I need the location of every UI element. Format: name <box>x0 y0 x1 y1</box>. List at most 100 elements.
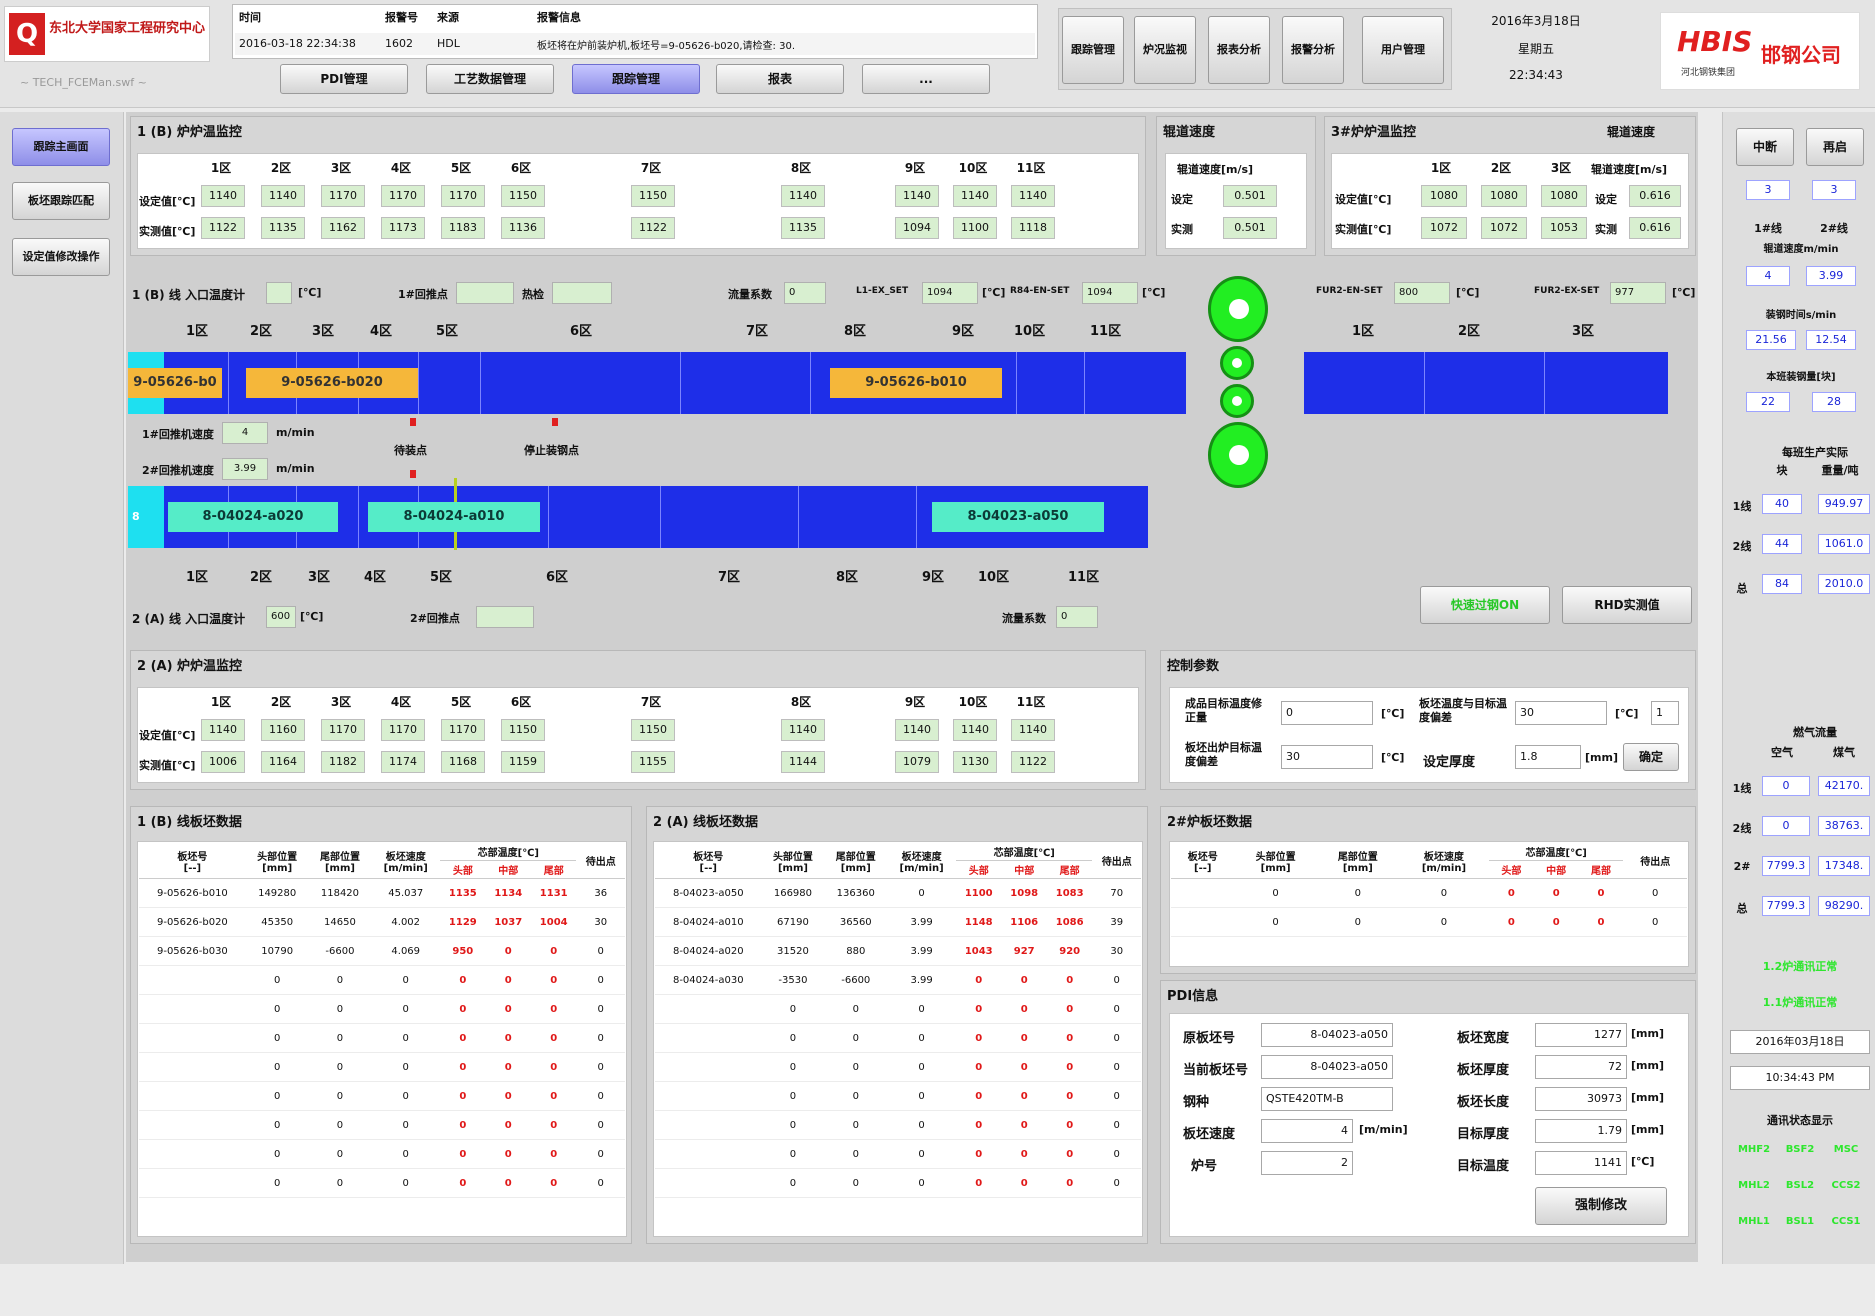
col-header: 尾部位置 [mm] <box>1316 843 1399 879</box>
nav-user-button[interactable]: 用户管理 <box>1362 16 1444 84</box>
table-cell: 30 <box>1092 936 1141 966</box>
table-row[interactable]: 0000000 <box>139 994 625 1024</box>
tab-tracking[interactable]: 跟踪管理 <box>572 64 700 94</box>
control-title: 控制参数 <box>1167 659 1220 674</box>
table-row[interactable]: 0000000 <box>139 1168 625 1198</box>
table-cell: 0 <box>1046 1139 1093 1169</box>
table-cell: 67190 <box>761 907 825 937</box>
table-cell: 0 <box>576 1139 625 1169</box>
table-row[interactable]: 0000000 <box>655 1110 1141 1140</box>
table-row[interactable]: 8-04024-a010 67190 36560 3.99 1148 1106 1086 39 <box>655 907 1141 937</box>
table-row[interactable]: 9-05626-b020 45350 14650 4.002 1129 1037 1004 3… <box>139 907 625 937</box>
slab-a-2[interactable]: 8-04024-a010 <box>368 502 540 532</box>
restart-button[interactable]: 再启 <box>1806 128 1864 166</box>
pdi-t[interactable]: 72 <box>1535 1055 1627 1079</box>
fast-pass-button[interactable]: 快速过钢ON <box>1420 586 1550 624</box>
pdi-temp[interactable]: 1141 <box>1535 1151 1627 1175</box>
table-row[interactable]: 0000000 <box>139 1110 625 1140</box>
table-row[interactable]: 0000000 <box>139 1081 625 1111</box>
table-cell: 0 <box>371 1139 441 1169</box>
pdi-cur[interactable]: 8-04023-a050 <box>1261 1055 1393 1079</box>
f3-set-1: 1080 <box>1421 185 1467 207</box>
interrupt-button[interactable]: 中断 <box>1736 128 1794 166</box>
pdi-orig[interactable]: 8-04023-a050 <box>1261 1023 1393 1047</box>
slab-a-1[interactable]: 8-04024-a020 <box>168 502 338 532</box>
table-cell: 0 <box>245 1168 309 1198</box>
pdi-fur[interactable]: 2 <box>1261 1151 1353 1175</box>
slab-b-1[interactable]: 9-05626-b0 <box>128 368 222 398</box>
pdi-len[interactable]: 30973 <box>1535 1087 1627 1111</box>
header-date: 2016年3月18日 <box>1491 14 1581 28</box>
slab-a-3[interactable]: 8-04023-a050 <box>932 502 1104 532</box>
fa-z5: 5区 <box>450 695 472 709</box>
nav-report-button[interactable]: 报表分析 <box>1208 16 1270 84</box>
table-row[interactable]: 0000000 <box>139 965 625 995</box>
table-row[interactable]: 0000000 <box>655 1168 1141 1198</box>
rp-h7b: 煤气 <box>1833 746 1855 759</box>
table-row[interactable]: 8-04024-a030 -3530 -6600 3.99 0 0 0 0 <box>655 965 1141 995</box>
pdi-force-button[interactable]: 强制修改 <box>1535 1187 1667 1225</box>
table-cell: 0 <box>245 965 309 995</box>
tab-pdi[interactable]: PDI管理 <box>280 64 408 94</box>
tab-report[interactable]: 报表 <box>716 64 844 94</box>
table-row[interactable]: 0000000 <box>655 1081 1141 1111</box>
track-b-r84-unit: [℃] <box>1142 286 1166 299</box>
track-b-charge-field <box>456 282 514 304</box>
rp-c1: 22 <box>1746 392 1790 412</box>
control-v4[interactable]: 1.8 <box>1515 745 1581 769</box>
table-cell: 0 <box>824 1139 888 1169</box>
table-row[interactable]: 0000000 <box>655 1139 1141 1169</box>
table-cell: 149280 <box>245 878 309 908</box>
table-row[interactable]: 0000000 <box>655 1052 1141 1082</box>
tab-more[interactable]: ... <box>862 64 990 94</box>
table-row[interactable]: 9-05626-b030 10790 -6600 4.069 950 0 0 0 <box>139 936 625 966</box>
table-row[interactable]: 0000000 <box>139 1052 625 1082</box>
sidebar-item-main[interactable]: 跟踪主画面 <box>12 128 110 166</box>
control-v3[interactable]: 30 <box>1281 745 1373 769</box>
control-ok-button[interactable]: 确定 <box>1623 743 1679 771</box>
pdi-speed[interactable]: 4 <box>1261 1119 1353 1143</box>
table-cell: 0 <box>1533 907 1579 937</box>
pdi-tt[interactable]: 1.79 <box>1535 1119 1627 1143</box>
pdi-grade[interactable]: QSTE420TM-B <box>1261 1087 1393 1111</box>
nav-furnace-button[interactable]: 炉况监视 <box>1134 16 1196 84</box>
table-row[interactable]: 0000000 <box>1171 878 1687 908</box>
slab-b-3[interactable]: 9-05626-b010 <box>830 368 1002 398</box>
table-row[interactable]: 0000000 <box>139 1023 625 1053</box>
slab-b-2[interactable]: 9-05626-b020 <box>246 368 418 398</box>
table-cell: 0 <box>1046 1023 1093 1053</box>
table-row[interactable]: 0000000 <box>139 1139 625 1169</box>
tab-process[interactable]: 工艺数据管理 <box>426 64 554 94</box>
control-v1[interactable]: 0 <box>1281 701 1373 725</box>
table-cell: 0 <box>1046 1110 1093 1140</box>
control-v2[interactable]: 30 <box>1515 701 1607 725</box>
rhd-actual-button[interactable]: RHD实测值 <box>1562 586 1692 624</box>
nav-alarm-button[interactable]: 报警分析 <box>1282 16 1344 84</box>
furnace-b-set-label: 设定值[℃] <box>139 195 196 208</box>
table-cell: 0 <box>824 1052 888 1082</box>
table-cell: 0 <box>485 994 531 1024</box>
table-cell <box>139 1081 246 1111</box>
table-row[interactable]: 0000000 <box>655 994 1141 1024</box>
table-row[interactable]: 8-04024-a020 31520 880 3.99 1043 927 920 30 <box>655 936 1141 966</box>
control-v2b[interactable]: 1 <box>1651 701 1679 725</box>
table-cell: 927 <box>1001 936 1047 966</box>
table-row[interactable]: 0000000 <box>655 1023 1141 1053</box>
table-row[interactable]: 0000000 <box>1171 907 1687 937</box>
pdi-w[interactable]: 1277 <box>1535 1023 1627 1047</box>
table-cell: 0 <box>887 1110 956 1140</box>
track3-en-label: FUR2-EN-SET <box>1316 286 1383 296</box>
table-row[interactable]: 9-05626-b010 149280 118420 45.037 1135 1134 11… <box>139 878 625 908</box>
fa-z3: 3区 <box>330 695 352 709</box>
rp-st-1: MHF2 <box>1737 1144 1771 1155</box>
fb-act-2: 1135 <box>261 217 305 239</box>
table-cell: 8-04024-a020 <box>655 936 762 966</box>
ta-z11: 11区 <box>1068 570 1100 585</box>
sidebar-item-match[interactable]: 板坯跟踪匹配 <box>12 182 110 220</box>
ta-z6: 6区 <box>546 570 569 585</box>
sidebar-item-setpoint[interactable]: 设定值修改操作 <box>12 238 110 276</box>
nav-track-button[interactable]: 跟踪管理 <box>1062 16 1124 84</box>
rp-st-8: BSL1 <box>1785 1216 1815 1227</box>
table-row[interactable]: 8-04023-a050 166980 136360 0 1100 1098 1083 70 <box>655 878 1141 908</box>
fb-act-9: 1094 <box>895 217 939 239</box>
